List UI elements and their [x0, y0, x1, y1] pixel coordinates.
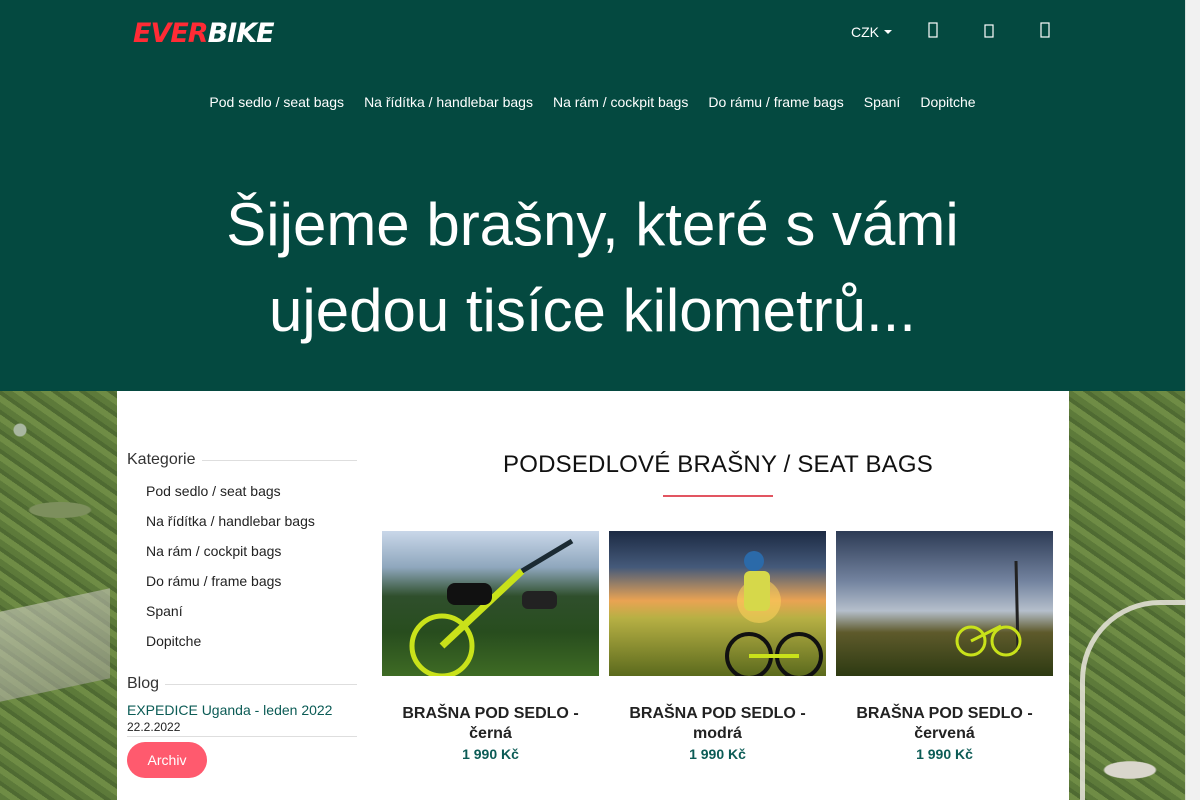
- blog-post-link[interactable]: EXPEDICE Uganda - leden 2022: [127, 702, 357, 718]
- cart-icon[interactable]: [1038, 22, 1052, 40]
- main-navigation: Pod sedlo / seat bags Na řídítka / handl…: [0, 94, 1185, 110]
- title-underline: [663, 495, 773, 497]
- hero-line-1: Šijeme brašny, které s vámi: [226, 191, 959, 258]
- nav-item-spani[interactable]: Spaní: [864, 94, 901, 110]
- blog-post-date: 22.2.2022: [127, 720, 357, 737]
- archive-button[interactable]: Archiv: [127, 742, 207, 778]
- product-grid: BRAŠNA POD SEDLO - černá 1 990 Kč BRAŠNA…: [382, 531, 1054, 762]
- product-name[interactable]: BRAŠNA POD SEDLO - modrá: [609, 704, 826, 744]
- caret-down-icon: [884, 30, 892, 34]
- product-image[interactable]: [382, 531, 599, 676]
- category-item-seat-bags[interactable]: Pod sedlo / seat bags: [127, 483, 357, 513]
- user-icon[interactable]: [926, 22, 940, 40]
- category-item-dopitche[interactable]: Dopitche: [127, 633, 357, 663]
- nav-item-handlebar-bags[interactable]: Na řídítka / handlebar bags: [364, 94, 533, 110]
- currency-label: CZK: [851, 24, 879, 40]
- nav-item-cockpit-bags[interactable]: Na rám / cockpit bags: [553, 94, 688, 110]
- page-title: PODSEDLOVÉ BRAŠNY / SEAT BAGS: [503, 451, 933, 478]
- category-item-cockpit-bags[interactable]: Na rám / cockpit bags: [127, 543, 357, 573]
- nav-item-dopitche[interactable]: Dopitche: [920, 94, 975, 110]
- product-price: 1 990 Kč: [916, 746, 973, 762]
- hero-headline: Šijeme brašny, které s vámi ujedou tisíc…: [0, 182, 1185, 354]
- category-item-frame-bags[interactable]: Do rámu / frame bags: [127, 573, 357, 603]
- nav-item-frame-bags[interactable]: Do rámu / frame bags: [708, 94, 843, 110]
- blog-heading: Blog: [127, 675, 357, 693]
- category-list: Pod sedlo / seat bags Na řídítka / handl…: [127, 483, 357, 663]
- site-logo[interactable]: EVERBIKE: [133, 17, 275, 49]
- product-name[interactable]: BRAŠNA POD SEDLO - černá: [382, 704, 599, 744]
- product-price: 1 990 Kč: [689, 746, 746, 762]
- currency-selector[interactable]: CZK: [851, 24, 892, 40]
- content-panel: Kategorie Pod sedlo / seat bags Na řídít…: [117, 391, 1069, 800]
- product-card[interactable]: BRAŠNA POD SEDLO - černá 1 990 Kč: [382, 531, 599, 762]
- divider: [201, 459, 357, 461]
- product-card[interactable]: BRAŠNA POD SEDLO - červená 1 990 Kč: [836, 531, 1053, 762]
- logo-text-red: EVER: [133, 17, 209, 49]
- logo-text-white: BIKE: [207, 17, 275, 49]
- divider: [165, 683, 357, 685]
- nav-item-seat-bags[interactable]: Pod sedlo / seat bags: [209, 94, 344, 110]
- product-image[interactable]: [609, 531, 826, 676]
- background-road: [1080, 600, 1200, 800]
- product-image[interactable]: [836, 531, 1053, 676]
- categories-heading: Kategorie: [127, 451, 357, 469]
- product-price: 1 990 Kč: [462, 746, 519, 762]
- product-section: PODSEDLOVÉ BRAŠNY / SEAT BAGS BRAŠNA POD…: [382, 451, 1054, 762]
- product-name[interactable]: BRAŠNA POD SEDLO - červená: [836, 704, 1053, 744]
- product-card[interactable]: BRAŠNA POD SEDLO - modrá 1 990 Kč: [609, 531, 826, 762]
- hero-line-2: ujedou tisíce kilometrů...: [269, 277, 916, 344]
- category-item-handlebar-bags[interactable]: Na řídítka / handlebar bags: [127, 513, 357, 543]
- sidebar: Kategorie Pod sedlo / seat bags Na řídít…: [127, 451, 357, 778]
- heart-icon[interactable]: [982, 22, 996, 40]
- scrollbar[interactable]: [1185, 0, 1200, 800]
- category-item-spani[interactable]: Spaní: [127, 603, 357, 633]
- site-header: EVERBIKE CZK Pod sedlo / seat bags Na ří…: [0, 0, 1185, 391]
